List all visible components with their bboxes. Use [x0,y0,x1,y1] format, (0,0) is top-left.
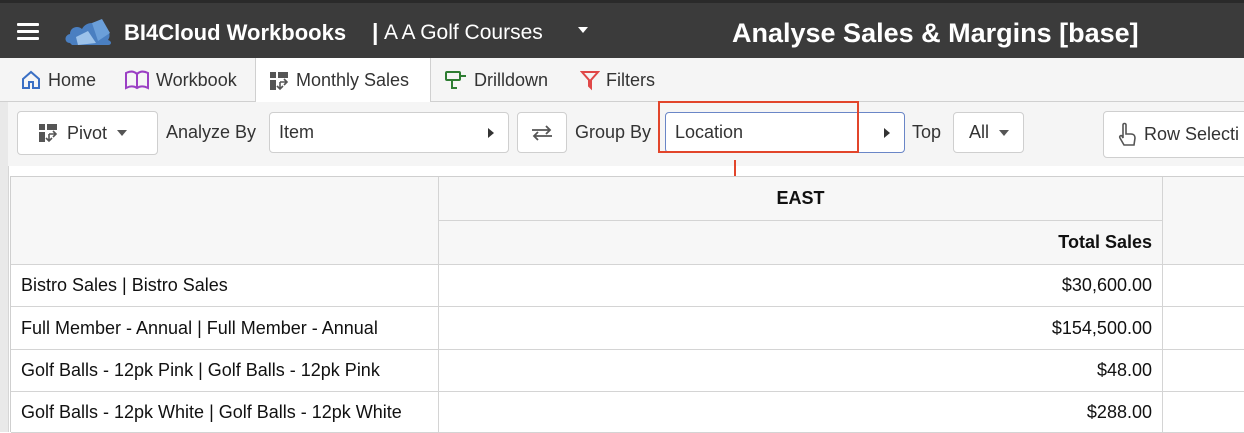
row-label-cell[interactable]: Full Member - Annual | Full Member - Ann… [11,307,439,350]
pivot-icon [39,124,58,143]
tab-label: Workbook [156,69,237,90]
top-label: Top [912,122,942,142]
filter-icon [580,71,600,91]
title-separator: | [372,19,379,45]
value-cell[interactable]: $30,600.00 [439,265,1163,307]
empty-cell [1163,265,1244,307]
tab-workbook[interactable]: Workbook [124,58,237,102]
chevron-right-icon [884,128,890,138]
tab-drilldown[interactable]: Drilldown [444,58,548,102]
tab-label: Monthly Sales [296,70,410,90]
value-cell[interactable]: $48.00 [439,350,1163,392]
hamburger-menu-icon[interactable] [17,23,39,41]
swap-arrows-icon [532,124,552,141]
row-selection-button[interactable]: Row Selecti [1103,111,1244,158]
pivot-icon [270,71,289,90]
group-by-value: Location [675,122,744,142]
pivot-label: Pivot [67,122,108,143]
value-cell[interactable]: $154,500.00 [439,307,1163,350]
analyze-by-label: Analyze By [166,122,257,142]
group-header-cell: EAST [439,177,1163,221]
book-icon [125,70,149,90]
analyze-by-select[interactable]: Item [269,112,509,153]
measure-header-cell: Total Sales [439,221,1163,265]
row-label-cell[interactable]: Golf Balls - 12pk Pink | Golf Balls - 12… [11,350,439,392]
empty-cell [1163,392,1244,433]
analyze-by-value: Item [279,122,315,142]
pivot-table: EAST Total Sales Bistro Sales | Bistro S… [10,176,1244,433]
cloud-logo-icon [65,19,111,45]
tab-bar: Home Workbook Monthly Sales Drilldown Fi… [0,58,1244,103]
tab-monthly-sales[interactable]: Monthly Sales [255,58,431,103]
row-label-cell[interactable]: Golf Balls - 12pk White | Golf Balls - 1… [11,392,439,433]
empty-cell [1163,350,1244,392]
drill-icon [445,71,466,89]
company-dropdown-icon[interactable] [578,27,588,33]
app-title: BI4Cloud Workbooks [124,20,347,45]
chevron-down-icon [117,130,128,136]
home-icon [22,70,40,89]
chevron-right-icon [488,128,494,138]
next-group-header-cell [1163,177,1244,265]
toolbar: Pivot Analyze By Item Group By Location … [8,102,1244,166]
group-by-label: Group By [575,122,652,142]
value-cell[interactable]: $288.00 [439,392,1163,433]
tab-label: Filters [606,69,655,90]
chevron-down-icon [999,129,1010,136]
pointer-hand-icon [1118,122,1136,146]
top-select[interactable]: All [953,112,1024,153]
row-selection-label: Row Selecti [1144,124,1240,144]
group-by-select[interactable]: Location [665,112,905,153]
company-name[interactable]: A A Golf Courses [384,21,543,45]
corner-header-cell [11,177,439,265]
pivot-button[interactable]: Pivot [17,111,158,155]
tab-filters[interactable]: Filters [580,58,655,102]
tab-label: Drilldown [474,69,549,90]
top-value: All [969,122,990,142]
empty-cell [1163,307,1244,350]
top-bar: BI4Cloud Workbooks | A A Golf Courses An… [0,0,1244,58]
page-title: Analyse Sales & Margins [base] [732,18,1139,48]
row-label-cell[interactable]: Bistro Sales | Bistro Sales [11,265,439,307]
swap-button[interactable] [517,112,567,153]
tab-label: Home [48,69,97,90]
tab-home[interactable]: Home [20,58,96,102]
